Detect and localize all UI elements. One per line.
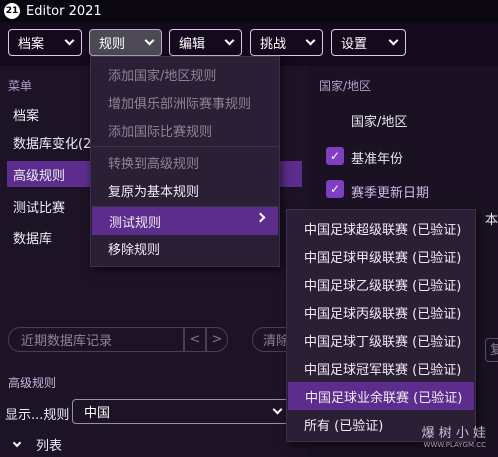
test-champions-league-item[interactable]: 中国足球冠军联赛 (已验证) xyxy=(287,354,475,382)
nav-item-test-match[interactable]: 测试比赛 xyxy=(7,193,65,219)
prev-arrow-icon[interactable]: < xyxy=(184,327,206,352)
edit-menu-label: 编辑 xyxy=(179,37,206,52)
chevron-right-icon xyxy=(255,212,266,223)
rules-menu-button[interactable]: 规则 xyxy=(89,29,162,56)
test-super-league-item[interactable]: 中国足球超级联赛 (已验证) xyxy=(287,214,475,242)
restore-basic-rule-item[interactable]: 复原为基本规则 xyxy=(91,176,279,204)
test-rules-label: 测试规则 xyxy=(109,215,162,231)
nav-item-label: 高级规则 xyxy=(13,168,66,184)
list-label: 列表 xyxy=(36,439,63,454)
test-league-one-item[interactable]: 中国足球甲级联赛 (已验证) xyxy=(287,242,475,270)
archive-menu-label: 档案 xyxy=(18,37,45,52)
chevron-down-icon xyxy=(388,35,399,46)
test-amateur-league-item[interactable]: 中国足球业余联赛 (已验证) xyxy=(288,382,474,410)
remove-rule-item[interactable]: 移除规则 xyxy=(91,234,279,262)
nav-item-database-changes[interactable]: 数据库变化(2 xyxy=(7,129,91,155)
edit-menu-button[interactable]: 编辑 xyxy=(169,29,242,56)
recent-db-input[interactable]: 近期数据库记录 xyxy=(8,327,184,352)
chevron-down-icon xyxy=(144,35,155,46)
partial-text: 本 xyxy=(485,213,498,228)
country-section-label: 国家/地区 xyxy=(319,79,372,93)
rules-menu-label: 规则 xyxy=(99,37,126,52)
app-logo-icon: 21 xyxy=(4,3,20,19)
country-label: 国家/地区 xyxy=(351,115,408,130)
add-club-continental-rule-item[interactable]: 增加俱乐部洲际赛事规则 xyxy=(91,88,279,116)
nav-item-database[interactable]: 数据库 xyxy=(7,224,52,250)
nav-item-archive[interactable]: 档案 xyxy=(7,101,39,127)
list-toggle[interactable]: 列表 xyxy=(12,435,63,454)
nav-item-label: 数据库 xyxy=(13,231,53,247)
menu-divider xyxy=(92,146,278,147)
season-update-label: 赛季更新日期 xyxy=(351,186,430,201)
chevron-down-icon xyxy=(64,35,75,46)
test-rules-submenu: 中国足球超级联赛 (已验证) 中国足球甲级联赛 (已验证) 中国足球乙级联赛 (… xyxy=(286,209,476,442)
add-country-rule-item[interactable]: 添加国家/地区规则 xyxy=(91,60,279,88)
nav-item-label: 测试比赛 xyxy=(13,200,66,216)
rules-dropdown-menu: 添加国家/地区规则 增加俱乐部洲际赛事规则 添加国际比赛规则 转换到高级规则 复… xyxy=(90,56,280,267)
test-rules-item[interactable]: 测试规则 xyxy=(92,207,278,235)
test-league-three-item[interactable]: 中国足球丙级联赛 (已验证) xyxy=(287,298,475,326)
show-rules-select[interactable]: 中国 xyxy=(72,399,292,424)
watermark-url: WWW.PLAYGM.CC xyxy=(423,441,486,449)
nav-item-label: 数据库变化(2 xyxy=(13,136,92,152)
title-bar: 21 Editor 2021 xyxy=(0,0,498,22)
challenge-menu-label: 挑战 xyxy=(260,37,287,52)
next-arrow-icon[interactable]: > xyxy=(206,327,228,352)
window-title: Editor 2021 xyxy=(26,3,102,19)
challenge-menu-button[interactable]: 挑战 xyxy=(250,29,323,56)
test-league-four-item[interactable]: 中国足球丁级联赛 (已验证) xyxy=(287,326,475,354)
settings-menu-label: 设置 xyxy=(341,37,368,52)
chevron-down-icon xyxy=(272,404,283,415)
show-rules-label: 显示...规则 xyxy=(5,408,70,423)
watermark: 爆 树 小 娃 WWW.PLAYGM.CC xyxy=(422,422,486,449)
convert-advanced-rule-item[interactable]: 转换到高级规则 xyxy=(91,148,279,176)
chevron-down-icon xyxy=(12,438,22,447)
menu-section-label: 菜单 xyxy=(8,79,33,93)
watermark-text: 爆 树 小 娃 xyxy=(421,426,486,441)
season-update-checkbox[interactable]: ✓ xyxy=(326,180,344,198)
settings-menu-button[interactable]: 设置 xyxy=(331,29,406,56)
chevron-down-icon xyxy=(224,35,235,46)
partial-button[interactable]: 复 xyxy=(485,338,498,362)
nav-item-label: 档案 xyxy=(13,108,40,124)
advanced-rules-label: 高级规则 xyxy=(8,376,57,390)
test-league-two-item[interactable]: 中国足球乙级联赛 (已验证) xyxy=(287,270,475,298)
show-rules-value: 中国 xyxy=(84,406,111,421)
chevron-down-icon xyxy=(305,35,316,46)
base-year-checkbox[interactable]: ✓ xyxy=(326,147,344,165)
base-year-label: 基准年份 xyxy=(351,152,404,167)
recent-db-search: 近期数据库记录 < > xyxy=(8,327,228,352)
archive-menu-button[interactable]: 档案 xyxy=(8,29,82,56)
add-international-rule-item[interactable]: 添加国际比赛规则 xyxy=(91,116,279,144)
